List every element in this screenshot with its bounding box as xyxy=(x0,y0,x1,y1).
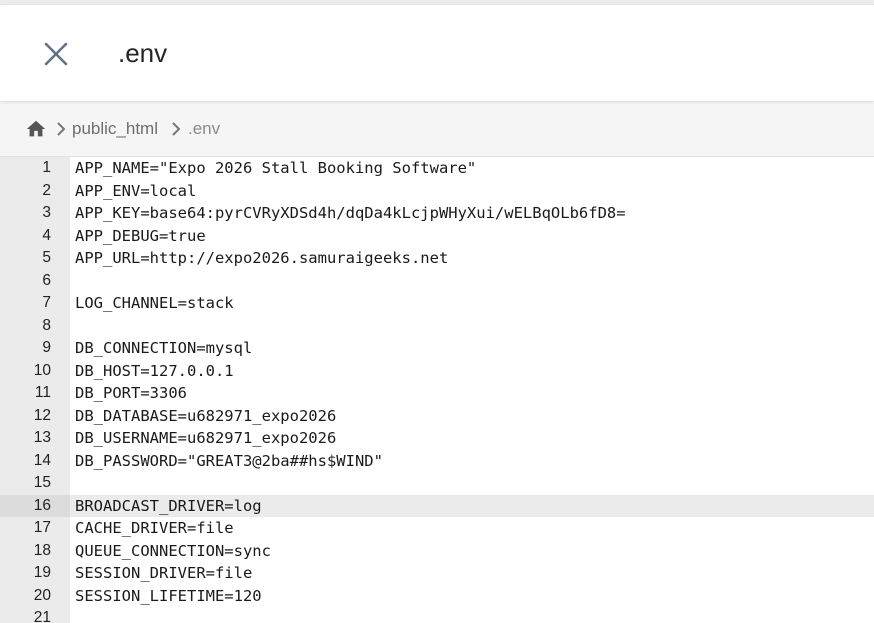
line-number: 21 xyxy=(33,609,51,623)
line-text: APP_URL=http://expo2026.samuraigeeks.net xyxy=(75,249,449,267)
line-text: DB_CONNECTION=mysql xyxy=(75,339,253,357)
code-line[interactable]: 14 DB_PASSWORD="GREAT3@2ba##hs$WIND" xyxy=(0,450,874,473)
breadcrumb-folder-link[interactable]: public_html xyxy=(72,119,158,139)
code-line[interactable]: 20 SESSION_LIFETIME=120 xyxy=(0,585,874,608)
code-line[interactable]: 21 xyxy=(0,607,874,623)
line-text: SESSION_LIFETIME=120 xyxy=(75,586,262,605)
code-line[interactable]: 18 QUEUE_CONNECTION=sync xyxy=(0,540,874,563)
line-number: 8 xyxy=(42,316,51,334)
editor-page: .env public_html .env 1 APP_NAME="Expo 20… xyxy=(0,0,874,623)
code-line[interactable]: 11 DB_PORT=3306 xyxy=(0,382,874,405)
line-number: 6 xyxy=(42,271,51,289)
code-line[interactable]: 9 DB_CONNECTION=mysql xyxy=(0,337,874,360)
line-number: 5 xyxy=(42,249,51,266)
line-text: DB_PASSWORD="GREAT3@2ba##hs$WIND" xyxy=(75,451,383,470)
line-text: DB_DATABASE=u682971_expo2026 xyxy=(75,406,337,425)
code-lines: 1 APP_NAME="Expo 2026 Stall Booking Softw… xyxy=(0,157,874,623)
code-line-active[interactable]: 16 BROADCAST_DRIVER=log xyxy=(0,494,874,517)
line-text: APP_DEBUG=true xyxy=(75,226,206,245)
line-number: 16 xyxy=(0,494,70,517)
code-line[interactable]: 15 xyxy=(0,472,874,495)
line-number: 4 xyxy=(42,226,51,244)
code-line[interactable]: 3 APP_KEY=base64:pyrCVRyXDSd4h/dqDa4kLcjp… xyxy=(0,202,874,225)
line-number: 3 xyxy=(42,204,51,221)
file-title: .env xyxy=(118,38,168,68)
line-text: QUEUE_CONNECTION=sync xyxy=(75,541,271,560)
code-line[interactable]: 5 APP_URL=http://expo2026.samuraigeeks.ne… xyxy=(0,247,874,270)
code-line[interactable]: 10 DB_HOST=127.0.0.1 xyxy=(0,360,874,383)
breadcrumb-home-button[interactable] xyxy=(25,118,47,140)
line-text: DB_USERNAME=u682971_expo2026 xyxy=(75,429,337,447)
code-line[interactable]: 17 CACHE_DRIVER=file xyxy=(0,517,874,540)
code-line[interactable]: 7 LOG_CHANNEL=stack xyxy=(0,292,874,315)
code-line[interactable]: 1 APP_NAME="Expo 2026 Stall Booking Softw… xyxy=(0,157,874,180)
line-number: 19 xyxy=(33,564,51,581)
line-text: APP_NAME="Expo 2026 Stall Booking Softwa… xyxy=(75,159,477,177)
line-number: 18 xyxy=(33,541,51,559)
home-icon xyxy=(26,120,46,137)
breadcrumb: public_html .env xyxy=(0,101,874,157)
line-number: 12 xyxy=(33,406,51,424)
line-text: CACHE_DRIVER=file xyxy=(75,519,234,537)
line-text: APP_ENV=local xyxy=(75,181,197,200)
code-line[interactable]: 2 APP_ENV=local xyxy=(0,180,874,203)
line-number: 20 xyxy=(33,586,51,604)
chevron-right-icon xyxy=(170,121,182,137)
line-text: BROADCAST_DRIVER=log xyxy=(75,496,262,515)
line-text: SESSION_DRIVER=file xyxy=(75,564,253,582)
chevron-right-icon xyxy=(55,121,67,137)
code-line[interactable]: 4 APP_DEBUG=true xyxy=(0,225,874,248)
code-editor[interactable]: 1 APP_NAME="Expo 2026 Stall Booking Softw… xyxy=(0,157,874,623)
line-text: DB_PORT=3306 xyxy=(75,384,187,402)
code-line[interactable]: 6 xyxy=(0,270,874,293)
code-line[interactable]: 12 DB_DATABASE=u682971_expo2026 xyxy=(0,405,874,428)
line-text: LOG_CHANNEL=stack xyxy=(75,294,234,312)
line-number: 14 xyxy=(33,451,51,469)
line-text: APP_KEY=base64:pyrCVRyXDSd4h/dqDa4kLcjpW… xyxy=(75,204,626,222)
editor-header: .env xyxy=(0,5,874,101)
line-number: 1 xyxy=(42,159,51,176)
line-number: 17 xyxy=(33,519,51,536)
code-line[interactable]: 8 xyxy=(0,315,874,338)
line-number: 11 xyxy=(34,384,51,401)
line-number: 10 xyxy=(33,361,51,379)
code-line[interactable]: 19 SESSION_DRIVER=file xyxy=(0,562,874,585)
line-number: 15 xyxy=(33,474,51,491)
line-number: 13 xyxy=(33,429,51,446)
line-number: 9 xyxy=(42,339,51,356)
close-button[interactable] xyxy=(36,34,76,74)
line-text: DB_HOST=127.0.0.1 xyxy=(75,361,234,380)
line-number: 2 xyxy=(42,181,51,199)
breadcrumb-current-file: .env xyxy=(188,119,221,138)
code-line[interactable]: 13 DB_USERNAME=u682971_expo2026 xyxy=(0,427,874,450)
line-number: 7 xyxy=(42,294,51,311)
close-icon xyxy=(44,42,68,66)
